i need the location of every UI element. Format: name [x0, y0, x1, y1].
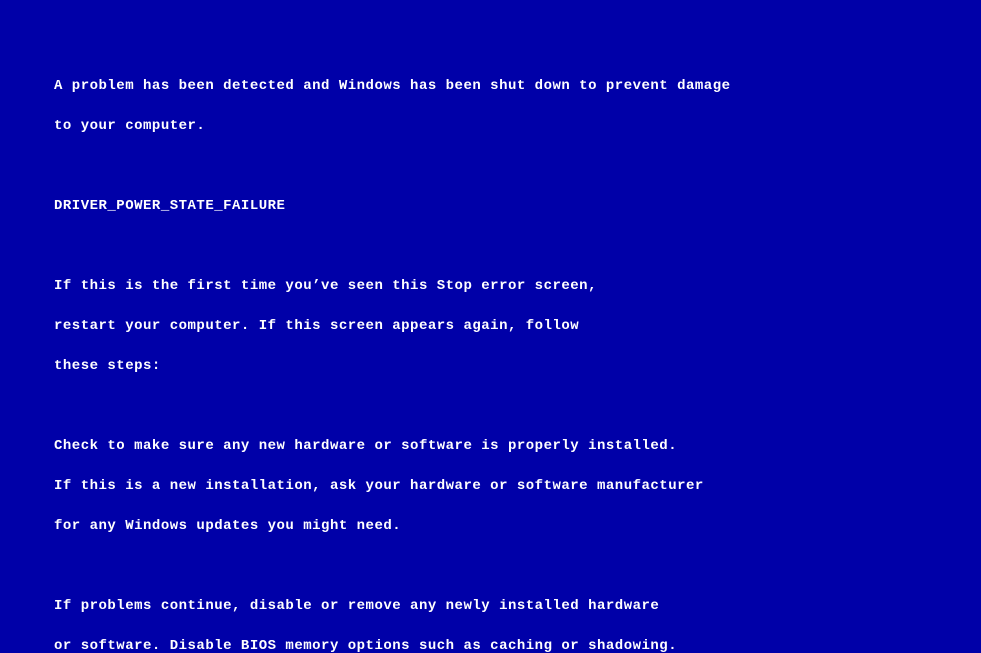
blank-line — [54, 556, 933, 576]
check-line-3: for any Windows updates you might need. — [54, 516, 933, 536]
blank-line — [54, 156, 933, 176]
first-time-line-2: restart your computer. If this screen ap… — [54, 316, 933, 336]
bsod-screen: A problem has been detected and Windows … — [0, 0, 981, 653]
blank-line — [54, 396, 933, 416]
intro-line-1: A problem has been detected and Windows … — [54, 76, 933, 96]
intro-line-2: to your computer. — [54, 116, 933, 136]
problems-line-1: If problems continue, disable or remove … — [54, 596, 933, 616]
check-line-2: If this is a new installation, ask your … — [54, 476, 933, 496]
first-time-line-3: these steps: — [54, 356, 933, 376]
first-time-line-1: If this is the first time you’ve seen th… — [54, 276, 933, 296]
check-line-1: Check to make sure any new hardware or s… — [54, 436, 933, 456]
problems-line-2: or software. Disable BIOS memory options… — [54, 636, 933, 653]
blank-line — [54, 236, 933, 256]
error-name: DRIVER_POWER_STATE_FAILURE — [54, 196, 933, 216]
